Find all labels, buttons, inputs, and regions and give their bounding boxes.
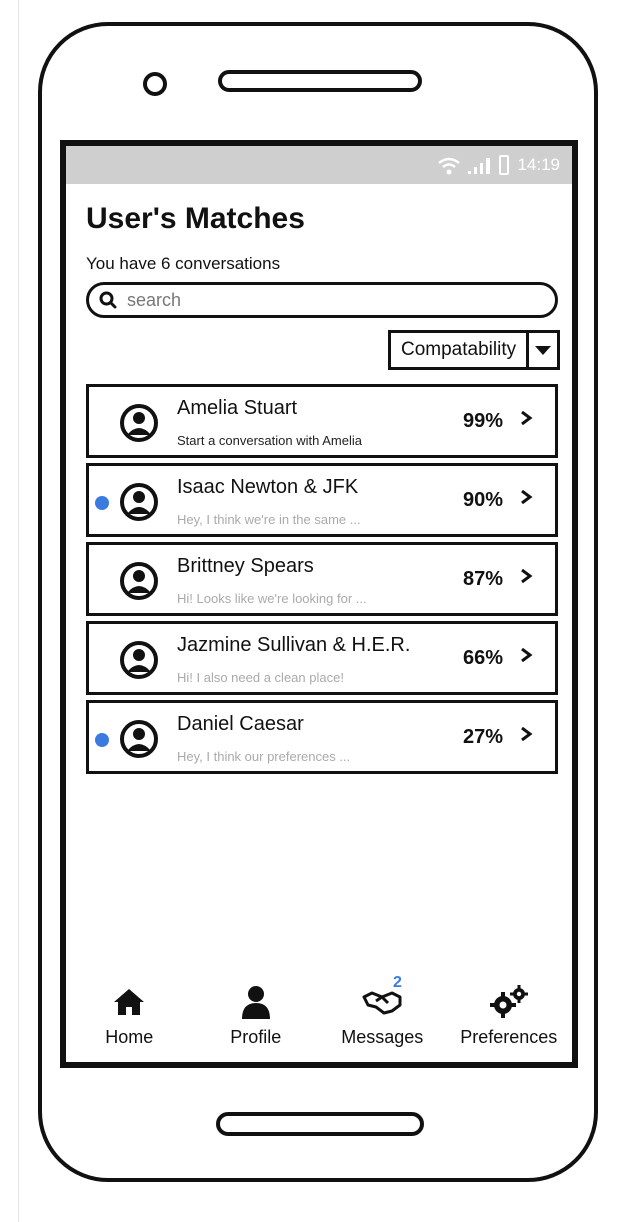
user-icon (241, 986, 270, 1019)
battery-icon (499, 155, 510, 175)
sort-selected-value[interactable]: Compatability (391, 333, 526, 367)
unread-indicator (95, 496, 109, 510)
match-preview: Hi! I also need a clean place! (177, 670, 344, 685)
match-card-2[interactable]: Brittney Spears Hi! Looks like we're loo… (86, 542, 558, 616)
nav-preferences[interactable]: Preferences (446, 972, 573, 1062)
match-name: Daniel Caesar (177, 713, 304, 735)
conversation-count: You have 6 conversations (86, 254, 281, 273)
status-time: 14:19 (517, 155, 560, 174)
nav-home[interactable]: Home (66, 972, 193, 1062)
avatar-icon (120, 404, 158, 442)
match-preview: Hi! Looks like we're looking for ... (177, 591, 367, 606)
messages-badge: 2 (393, 974, 402, 991)
match-preview: Hey, I think our preferences ... (177, 749, 351, 764)
search-bar[interactable] (86, 282, 558, 318)
match-name: Brittney Spears (177, 555, 314, 577)
phone-screen: 14:19 User's Matches You have 6 conversa… (60, 140, 578, 1068)
match-name: Isaac Newton & JFK (177, 476, 359, 498)
match-preview: Start a conversation with Amelia (177, 433, 362, 448)
match-card-0[interactable]: Amelia Stuart Start a conversation with … (86, 384, 558, 458)
nav-profile-label: Profile (230, 1027, 282, 1047)
avatar-icon (120, 562, 158, 600)
nav-messages-label: Messages (341, 1027, 424, 1047)
home-icon (114, 989, 145, 1015)
chevron-down-icon (535, 345, 552, 355)
chevron-right-icon (521, 727, 533, 741)
page-title: User's Matches (86, 202, 305, 235)
match-percent: 87% (462, 568, 503, 590)
speaker-slot (218, 70, 422, 92)
match-list: Amelia Stuart Start a conversation with … (86, 384, 558, 779)
status-bar: 14:19 (66, 146, 572, 184)
match-name: Jazmine Sullivan & H.E.R. (177, 634, 411, 656)
page-edge-line (18, 0, 19, 1222)
search-icon (99, 291, 117, 309)
bottom-nav: Home Profile 2 Messages Preferences (66, 972, 572, 1062)
signal-icon (468, 158, 491, 174)
match-card-1[interactable]: Isaac Newton & JFK Hey, I think we're in… (86, 463, 558, 537)
match-card-4[interactable]: Daniel Caesar Hey, I think our preferenc… (86, 700, 558, 774)
chevron-right-icon (521, 569, 533, 583)
nav-preferences-label: Preferences (460, 1027, 558, 1047)
match-percent: 27% (462, 726, 503, 748)
avatar-icon (120, 483, 158, 521)
sort-dropdown[interactable]: Compatability (388, 330, 561, 370)
search-input[interactable] (125, 288, 529, 312)
match-percent: 90% (462, 489, 503, 511)
chevron-right-icon (521, 411, 533, 425)
chevron-right-icon (521, 648, 533, 662)
match-name: Amelia Stuart (177, 397, 298, 419)
avatar-icon (120, 641, 158, 679)
dropdown-arrow-button[interactable] (526, 333, 557, 367)
camera-icon (143, 72, 167, 96)
match-preview: Hey, I think we're in the same ... (177, 512, 361, 527)
avatar-icon (120, 720, 158, 758)
nav-home-label: Home (105, 1027, 154, 1047)
gears-icon (489, 985, 528, 1018)
match-card-3[interactable]: Jazmine Sullivan & H.E.R. Hi! I also nee… (86, 621, 558, 695)
wifi-icon (438, 157, 461, 175)
match-percent: 99% (462, 410, 503, 432)
chevron-right-icon (521, 490, 533, 504)
home-hardware-button[interactable] (216, 1112, 424, 1136)
handshake-icon (362, 991, 402, 1015)
nav-profile[interactable]: Profile (193, 972, 320, 1062)
nav-messages[interactable]: 2 Messages (319, 972, 446, 1062)
match-percent: 66% (462, 647, 503, 669)
unread-indicator (95, 733, 109, 747)
